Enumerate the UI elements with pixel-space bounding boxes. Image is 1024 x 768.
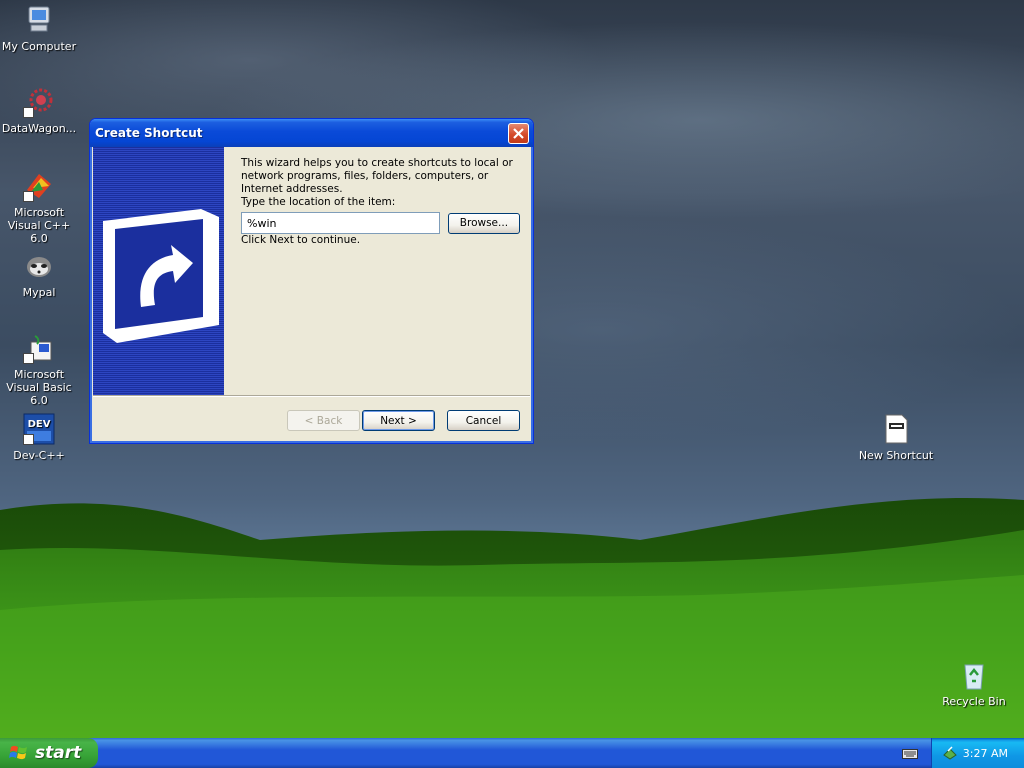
wizard-buttons: < Back Next > Cancel (287, 410, 520, 431)
browse-button[interactable]: Browse... (447, 212, 520, 234)
system-tray: 3:27 AM (931, 738, 1024, 768)
visual-basic-icon (23, 332, 55, 364)
shortcut-arrow-icon (23, 434, 34, 445)
shortcut-arrow-icon (23, 191, 34, 202)
back-button[interactable]: < Back (287, 410, 360, 431)
dev-cpp-icon: DEV (23, 413, 55, 445)
desktop-icon-my-computer[interactable]: My Computer (0, 4, 78, 53)
close-icon (513, 128, 524, 139)
wizard-content: This wizard helps you to create shortcut… (224, 147, 530, 395)
desktop-icon-visual-basic[interactable]: Microsoft Visual Basic 6.0 (0, 332, 78, 407)
shortcut-arrow-icon (23, 353, 34, 364)
keyboard-icon[interactable] (902, 746, 918, 760)
close-button[interactable] (508, 123, 529, 144)
start-button[interactable]: start (0, 738, 98, 768)
location-label: Type the location of the item: (241, 196, 396, 208)
desktop-icon-label: Mypal (22, 286, 56, 299)
safely-remove-hardware-icon[interactable] (942, 745, 958, 761)
datawagon-icon (23, 86, 55, 118)
windows-logo-icon (9, 745, 27, 760)
document-icon (880, 413, 912, 445)
desktop-icon-label: New Shortcut (858, 449, 934, 462)
wizard-banner (93, 147, 224, 395)
desktop-icon-label: My Computer (1, 40, 77, 53)
computer-icon (23, 4, 55, 36)
intro-text: This wizard helps you to create shortcut… (241, 157, 513, 195)
clock[interactable]: 3:27 AM (963, 747, 1008, 760)
desktop-icon-dev-cpp[interactable]: DEV Dev-C++ (0, 413, 78, 462)
create-shortcut-dialog: Create Shortcut This wizard helps you to… (89, 118, 534, 444)
dialog-body: This wizard helps you to create shortcut… (93, 147, 530, 440)
dev-icon-text: DEV (28, 419, 51, 430)
desktop-icon-label: Microsoft Visual Basic 6.0 (6, 368, 72, 407)
desktop-icon-datawagon[interactable]: DataWagon... (0, 86, 78, 135)
dialog-titlebar[interactable]: Create Shortcut (90, 119, 533, 147)
location-input[interactable] (241, 212, 440, 234)
desktop-icon-label: Dev-C++ (13, 449, 65, 462)
desktop-icon-visual-cpp[interactable]: Microsoft Visual C++ 6.0 (0, 170, 78, 245)
shortcut-arrow-icon (23, 107, 34, 118)
desktop-icon-label: Recycle Bin (942, 695, 1006, 708)
start-label: start (35, 743, 82, 763)
dialog-separator (93, 395, 530, 397)
desktop-icon-new-shortcut[interactable]: New Shortcut (857, 413, 935, 462)
desktop-icon-mypal[interactable]: Mypal (0, 250, 78, 299)
recycle-bin-icon (958, 659, 990, 691)
wallpaper-hills (0, 498, 1024, 740)
desktop-icon-label: Microsoft Visual C++ 6.0 (7, 206, 71, 245)
shortcut-arrow-graphic-icon (103, 209, 219, 343)
taskbar: start 3:27 AM (0, 738, 1024, 768)
visual-cpp-icon (23, 170, 55, 202)
raccoon-icon (23, 250, 55, 282)
desktop-icon-label: DataWagon... (1, 122, 77, 135)
continue-text: Click Next to continue. (241, 234, 361, 246)
dialog-title: Create Shortcut (95, 126, 203, 140)
next-button[interactable]: Next > (362, 410, 435, 431)
location-row: Browse... (241, 212, 520, 234)
desktop-icon-recycle-bin[interactable]: Recycle Bin (935, 659, 1013, 708)
cancel-button[interactable]: Cancel (447, 410, 520, 431)
